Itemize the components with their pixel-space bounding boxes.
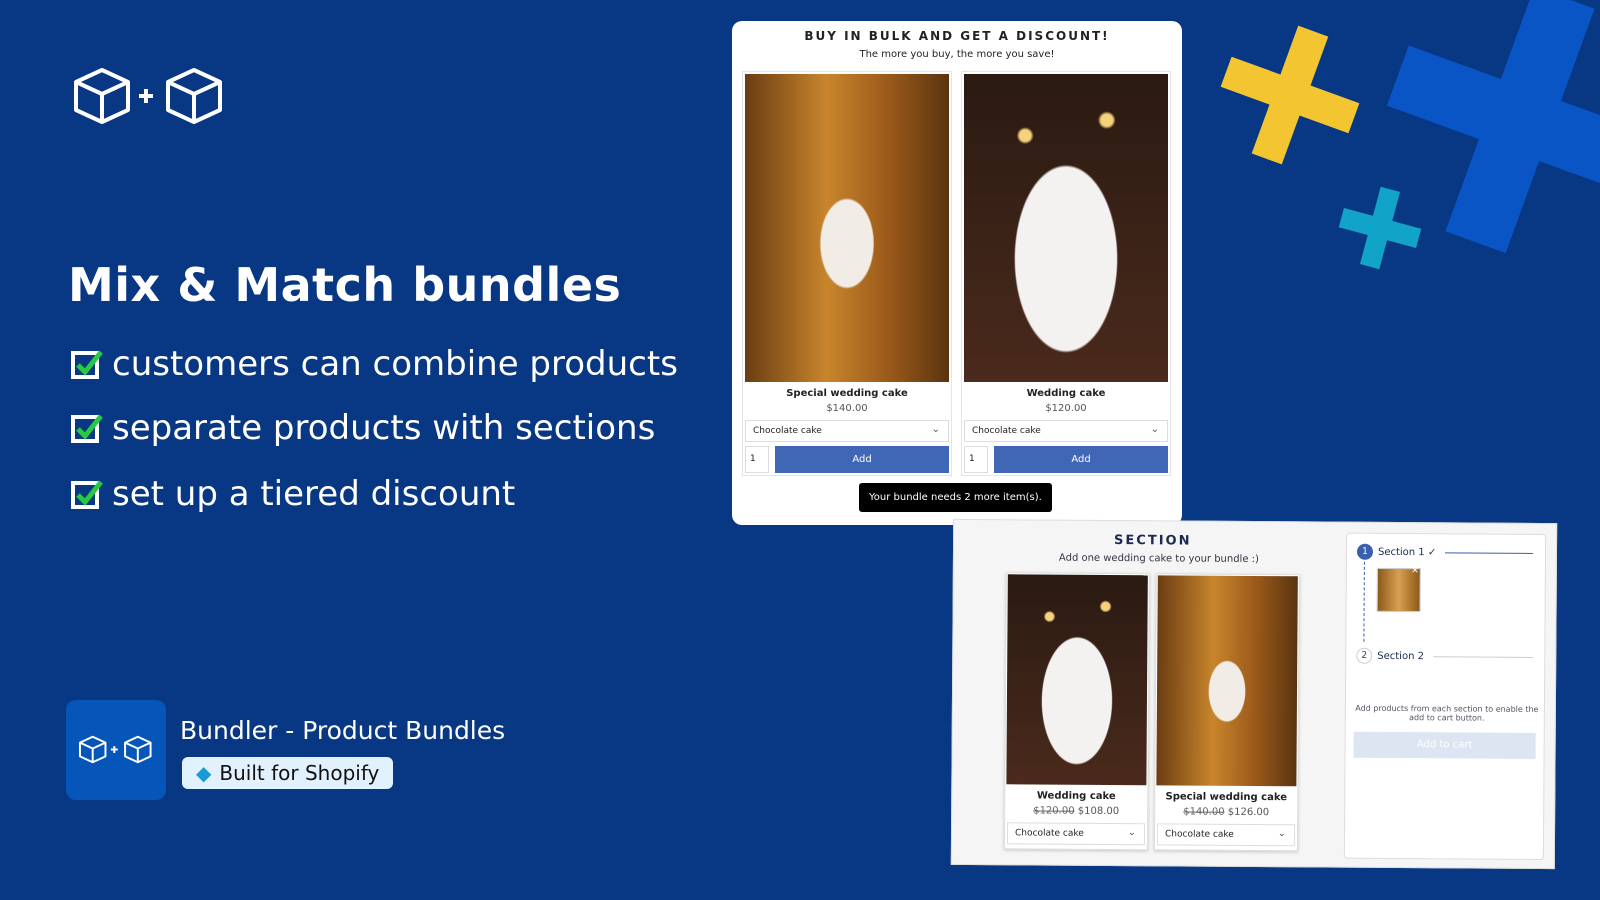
feature-item: set up a tiered discount <box>70 474 515 514</box>
checkbox-check-icon <box>70 347 104 381</box>
step-section-1[interactable]: 1 Section 1 ✓ <box>1356 543 1534 561</box>
hero-title: Mix & Match bundles <box>68 258 622 312</box>
badge-label: Built for Shopify <box>219 761 380 785</box>
quantity-input[interactable]: 1 <box>745 446 769 473</box>
product-image[interactable] <box>1156 575 1298 787</box>
discounted-price: $126.00 <box>1227 806 1270 819</box>
variant-select[interactable]: Chocolate cake ⌄ <box>745 420 949 442</box>
add-button[interactable]: Add <box>994 446 1168 473</box>
section-heading: SECTION <box>1114 533 1192 549</box>
app-icon <box>66 700 166 800</box>
selected-item-thumbnail[interactable]: ✕ <box>1376 566 1421 613</box>
product-name: Special wedding cake <box>1165 791 1288 804</box>
variant-select[interactable]: Chocolate cake ⌄ <box>1006 822 1146 846</box>
section-bundle-widget: SECTION Add one wedding cake to your bun… <box>950 518 1558 870</box>
diamond-icon: ◆ <box>196 761 212 785</box>
bundle-status-toast: Your bundle needs 2 more item(s). <box>859 483 1052 512</box>
original-price: $120.00 <box>1033 805 1075 817</box>
product-price: $140.00 <box>826 403 868 414</box>
bundle-progress-panel: 1 Section 1 ✓ ✕ 2 Section 2 Add products f… <box>1343 532 1547 861</box>
product-name: Wedding cake <box>1036 790 1116 803</box>
section-subheading: Add one wedding cake to your bundle :) <box>1058 552 1260 566</box>
variant-select[interactable]: Chocolate cake ⌄ <box>1156 823 1296 847</box>
chevron-down-icon: ⌄ <box>1150 424 1159 435</box>
product-name: Wedding cake <box>1026 388 1106 399</box>
decorative-plus-shapes <box>1220 0 1600 270</box>
bulk-discount-widget: BUY IN BULK AND GET A DISCOUNT! The more… <box>732 21 1182 525</box>
variant-value: Chocolate cake <box>753 426 822 436</box>
remove-icon[interactable]: ✕ <box>1411 566 1419 576</box>
feature-text: set up a tiered discount <box>112 474 516 514</box>
feature-text: separate products with sections <box>112 408 656 448</box>
original-price: $140.00 <box>1183 806 1225 818</box>
product-card: Wedding cake $120.00 $108.00 Chocolate c… <box>1003 572 1150 851</box>
built-for-shopify-badge: ◆ Built for Shopify <box>182 757 394 789</box>
helper-note: Add products from each section to enable… <box>1355 703 1539 723</box>
product-image[interactable] <box>745 74 949 382</box>
feature-text: customers can combine products <box>112 344 678 384</box>
step-section-2[interactable]: 2 Section 2 <box>1356 647 1533 665</box>
step-label: Section 1 ✓ <box>1377 546 1437 558</box>
checkbox-check-icon <box>70 411 104 445</box>
chevron-down-icon: ⌄ <box>931 424 940 435</box>
product-image[interactable] <box>1006 574 1148 786</box>
step-label: Section 2 <box>1377 650 1425 662</box>
add-to-cart-button[interactable]: Add to cart <box>1353 731 1536 759</box>
bundler-logo <box>74 68 222 124</box>
variant-value: Chocolate cake <box>1014 828 1084 839</box>
checkbox-check-icon <box>70 477 104 511</box>
feature-item: separate products with sections <box>70 408 655 448</box>
widget-heading: BUY IN BULK AND GET A DISCOUNT! <box>804 29 1110 43</box>
discounted-price: $108.00 <box>1077 805 1120 818</box>
app-name: Bundler - Product Bundles <box>180 716 506 745</box>
chevron-down-icon: ⌄ <box>1127 827 1137 839</box>
variant-value: Chocolate cake <box>1164 829 1234 840</box>
step-number: 1 <box>1356 543 1374 560</box>
widget-subheading: The more you buy, the more you save! <box>859 49 1055 60</box>
product-image[interactable] <box>964 74 1168 382</box>
variant-select[interactable]: Chocolate cake ⌄ <box>964 420 1168 442</box>
product-card: Special wedding cake $140.00 $126.00 Cho… <box>1153 573 1300 852</box>
chevron-down-icon: ⌄ <box>1277 828 1287 840</box>
product-card: Special wedding cake $140.00 Chocolate c… <box>742 71 952 476</box>
variant-value: Chocolate cake <box>972 426 1041 436</box>
product-name: Special wedding cake <box>786 388 908 399</box>
product-price: $120.00 <box>1045 403 1087 414</box>
step-number: 2 <box>1356 647 1373 664</box>
add-button[interactable]: Add <box>775 446 949 473</box>
quantity-input[interactable]: 1 <box>964 446 988 473</box>
feature-item: customers can combine products <box>70 344 678 384</box>
product-card: Wedding cake $120.00 Chocolate cake ⌄ 1 Ad… <box>961 71 1171 476</box>
